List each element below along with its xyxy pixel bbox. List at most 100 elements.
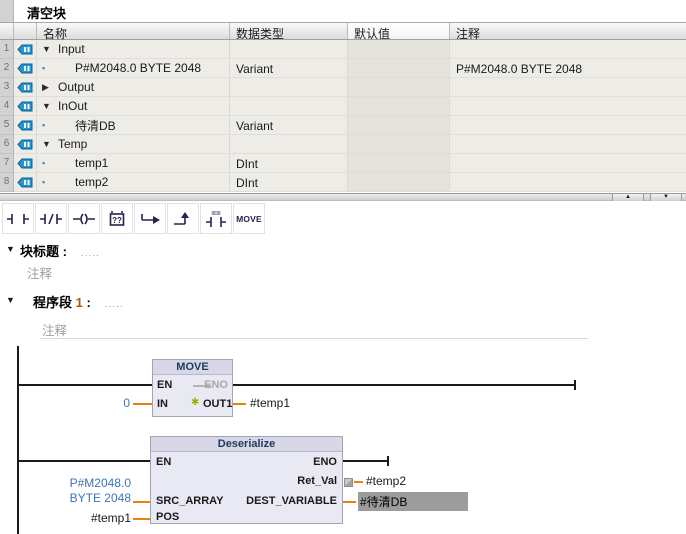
star-icon: ✱ bbox=[191, 397, 199, 408]
row-datatype[interactable] bbox=[230, 97, 348, 116]
row-comment[interactable] bbox=[450, 135, 686, 154]
row-default[interactable] bbox=[348, 116, 450, 135]
block-comment[interactable]: 注释 bbox=[27, 263, 52, 282]
block-title-heading: 块标题 :..... bbox=[20, 241, 100, 260]
move-block[interactable]: MOVE EN ENO IN ✱ OUT1 bbox=[152, 359, 233, 417]
row-datatype[interactable] bbox=[230, 78, 348, 97]
pos-operand-wire bbox=[133, 518, 150, 520]
svg-text:==: == bbox=[211, 209, 221, 218]
move-en-pin: EN bbox=[157, 379, 172, 391]
compare-box-button[interactable]: == bbox=[200, 203, 232, 234]
row-comment[interactable] bbox=[450, 97, 686, 116]
network-collapse-icon[interactable]: ▼ bbox=[6, 295, 15, 305]
header-name[interactable]: 名称 bbox=[37, 23, 230, 39]
row-name[interactable]: temp2 bbox=[75, 175, 108, 189]
row-number: 5 bbox=[0, 116, 14, 135]
power-rail bbox=[17, 346, 19, 534]
expand-toggle-icon[interactable]: ▼ bbox=[42, 44, 56, 54]
srcarray-operand-line1[interactable]: P#M2048.0 bbox=[55, 476, 131, 490]
row-default[interactable] bbox=[348, 97, 450, 116]
row-comment[interactable] bbox=[450, 116, 686, 135]
row-default[interactable] bbox=[348, 78, 450, 97]
move-out-operand[interactable]: #temp1 bbox=[250, 396, 290, 410]
row-comment[interactable] bbox=[450, 78, 686, 97]
retval-operand[interactable]: #temp2 bbox=[366, 474, 406, 488]
open-branch-button[interactable] bbox=[134, 203, 166, 234]
table-row-input-var[interactable]: 2 ▪P#M2048.0 BYTE 2048 Variant P#M2048.0… bbox=[0, 59, 686, 78]
header-default[interactable]: 默认值 bbox=[348, 23, 450, 39]
network-title-dots[interactable]: ..... bbox=[105, 299, 124, 310]
tag-icon bbox=[14, 154, 37, 173]
retval-operand-wire bbox=[354, 481, 363, 483]
table-row-output[interactable]: 3 ▶Output bbox=[0, 78, 686, 97]
row-default[interactable] bbox=[348, 154, 450, 173]
table-header: 名称 数据类型 默认值 注释 bbox=[0, 22, 686, 40]
collapse-down-button[interactable]: ▼ bbox=[650, 194, 682, 201]
row-name[interactable]: Temp bbox=[58, 137, 87, 151]
tia-block-editor: 清空块 名称 数据类型 默认值 注释 1 ▼Input 2 ▪P#M2048.0… bbox=[0, 0, 686, 534]
move-instruction-button[interactable]: MOVE bbox=[233, 203, 265, 234]
collapse-up-button[interactable]: ▲ bbox=[612, 194, 644, 201]
row-name[interactable]: Input bbox=[58, 42, 85, 56]
branch-end-tick bbox=[387, 456, 389, 466]
table-row-temp1[interactable]: 7 ▪temp1 DInt bbox=[0, 154, 686, 173]
row-datatype[interactable] bbox=[230, 135, 348, 154]
var-marker-icon: ▪ bbox=[42, 177, 56, 187]
comment-underline bbox=[40, 338, 588, 339]
deserialize-block[interactable]: Deserialize EN ENO Ret_Val SRC_ARRAY DES… bbox=[150, 436, 343, 524]
empty-box-button[interactable]: ?? bbox=[101, 203, 133, 234]
expand-toggle-icon[interactable]: ▼ bbox=[42, 139, 56, 149]
row-comment[interactable] bbox=[450, 173, 686, 192]
row-number: 2 bbox=[0, 59, 14, 78]
contact-open-button[interactable] bbox=[2, 203, 34, 234]
deserialize-destvariable-pin: DEST_VARIABLE bbox=[246, 495, 337, 507]
row-name[interactable]: 待清DB bbox=[75, 117, 116, 134]
table-row-temp2[interactable]: 8 ▪temp2 DInt bbox=[0, 173, 686, 192]
conversion-icon bbox=[344, 476, 353, 490]
block-name-title: 清空块 bbox=[27, 3, 66, 22]
row-comment[interactable] bbox=[450, 154, 686, 173]
tag-icon bbox=[14, 59, 37, 78]
destvariable-operand[interactable]: #待清DB bbox=[358, 492, 468, 511]
row-datatype[interactable]: DInt bbox=[230, 154, 348, 173]
header-datatype[interactable]: 数据类型 bbox=[230, 23, 348, 39]
row-default[interactable] bbox=[348, 59, 450, 78]
row-name[interactable]: temp1 bbox=[75, 156, 108, 170]
deserialize-block-title[interactable]: Deserialize bbox=[151, 437, 342, 452]
row-datatype[interactable]: Variant bbox=[230, 116, 348, 135]
branch-end-tick bbox=[574, 380, 576, 390]
row-default[interactable] bbox=[348, 135, 450, 154]
row-datatype[interactable] bbox=[230, 40, 348, 59]
move-in-operand[interactable]: 0 bbox=[100, 396, 130, 410]
tag-icon bbox=[14, 78, 37, 97]
expand-toggle-icon[interactable]: ▼ bbox=[42, 101, 56, 111]
row-name[interactable]: P#M2048.0 BYTE 2048 bbox=[75, 61, 201, 75]
row-comment[interactable] bbox=[450, 40, 686, 59]
row-default[interactable] bbox=[348, 173, 450, 192]
interface-table: 1 ▼Input 2 ▪P#M2048.0 BYTE 2048 Variant … bbox=[0, 40, 686, 192]
row-default[interactable] bbox=[348, 40, 450, 59]
table-row-inout[interactable]: 4 ▼InOut bbox=[0, 97, 686, 116]
coil-button[interactable] bbox=[68, 203, 100, 234]
deserialize-en-wire bbox=[19, 460, 150, 462]
block-title-collapse-icon[interactable]: ▼ bbox=[6, 244, 15, 254]
row-comment[interactable]: P#M2048.0 BYTE 2048 bbox=[450, 59, 686, 78]
row-name[interactable]: Output bbox=[58, 80, 94, 94]
row-datatype[interactable]: Variant bbox=[230, 59, 348, 78]
header-comment[interactable]: 注释 bbox=[450, 23, 686, 39]
row-datatype[interactable]: DInt bbox=[230, 173, 348, 192]
block-title-dots[interactable]: ..... bbox=[81, 248, 100, 259]
table-row-temp[interactable]: 6 ▼Temp bbox=[0, 135, 686, 154]
move-block-title[interactable]: MOVE bbox=[153, 360, 232, 375]
srcarray-operand-line2[interactable]: BYTE 2048 bbox=[55, 491, 131, 505]
contact-closed-button[interactable] bbox=[35, 203, 67, 234]
network-comment[interactable]: 注释 bbox=[42, 320, 67, 339]
pane-splitter[interactable]: ▲ ▼ bbox=[0, 193, 686, 201]
table-row-input[interactable]: 1 ▼Input bbox=[0, 40, 686, 59]
close-branch-button[interactable] bbox=[167, 203, 199, 234]
row-name[interactable]: InOut bbox=[58, 99, 87, 113]
pos-operand[interactable]: #temp1 bbox=[85, 511, 131, 525]
table-row-inout-var[interactable]: 5 ▪待清DB Variant bbox=[0, 116, 686, 135]
expand-toggle-icon[interactable]: ▶ bbox=[42, 82, 56, 93]
tag-icon bbox=[14, 173, 37, 192]
